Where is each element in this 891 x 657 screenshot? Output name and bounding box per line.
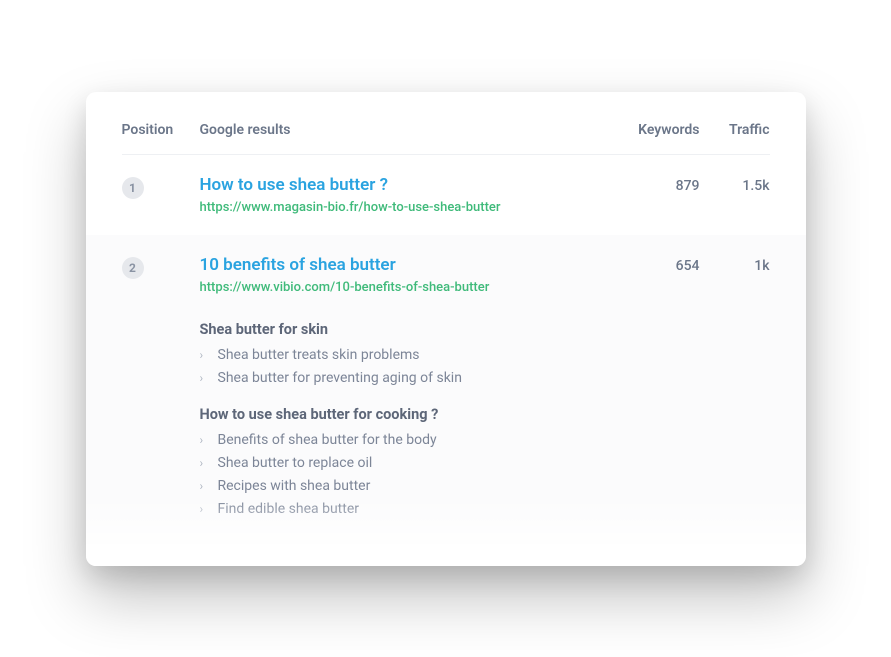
result-url[interactable]: https://www.magasin-bio.fr/how-to-use-sh… [200, 200, 610, 215]
chevron-right-icon: › [200, 348, 210, 362]
section-title: How to use shea butter for cooking ? [200, 406, 610, 423]
header-results: Google results [200, 122, 610, 138]
chevron-right-icon: › [200, 456, 210, 470]
result-title[interactable]: How to use shea butter ? [200, 175, 610, 195]
header-keywords: Keywords [610, 122, 700, 138]
section-item-label: Shea butter to replace oil [218, 455, 373, 471]
section-item[interactable]: › Recipes with shea butter [200, 478, 610, 494]
section-item-label: Shea butter treats skin problems [218, 347, 420, 363]
chevron-right-icon: › [200, 433, 210, 447]
chevron-right-icon: › [200, 479, 210, 493]
results-card: Position Google results Keywords Traffic… [86, 92, 806, 566]
section-item-label: Shea butter for preventing aging of skin [218, 370, 462, 386]
keywords-value: 654 [610, 255, 700, 524]
section-item[interactable]: › Benefits of shea butter for the body [200, 432, 610, 448]
section-item[interactable]: › Shea butter to replace oil [200, 455, 610, 471]
chevron-right-icon: › [200, 371, 210, 385]
chevron-right-icon: › [200, 502, 210, 516]
section-item-label: Find edible shea butter [218, 501, 359, 517]
section-item[interactable]: › Shea butter for preventing aging of sk… [200, 370, 610, 386]
result-section: How to use shea butter for cooking ? › B… [200, 406, 610, 517]
header-traffic: Traffic [700, 122, 770, 138]
table-row: 1 How to use shea butter ? https://www.m… [122, 155, 770, 235]
keywords-value: 879 [610, 175, 700, 215]
section-title: Shea butter for skin [200, 321, 610, 338]
section-item[interactable]: › Shea butter treats skin problems [200, 347, 610, 363]
traffic-value: 1.5k [700, 175, 770, 215]
table-row: 2 10 benefits of shea butter https://www… [86, 235, 806, 544]
result-section: Shea butter for skin › Shea butter treat… [200, 321, 610, 386]
section-item-label: Recipes with shea butter [218, 478, 371, 494]
section-item-label: Benefits of shea butter for the body [218, 432, 437, 448]
table-header: Position Google results Keywords Traffic [122, 122, 770, 155]
result-url[interactable]: https://www.vibio.com/10-benefits-of-she… [200, 280, 610, 295]
traffic-value: 1k [700, 255, 770, 524]
header-position: Position [122, 122, 200, 138]
position-badge: 2 [122, 257, 144, 279]
result-title[interactable]: 10 benefits of shea butter [200, 255, 610, 275]
section-item[interactable]: › Find edible shea butter [200, 501, 610, 517]
result-sections: Shea butter for skin › Shea butter treat… [200, 321, 610, 517]
position-badge: 1 [122, 177, 144, 199]
